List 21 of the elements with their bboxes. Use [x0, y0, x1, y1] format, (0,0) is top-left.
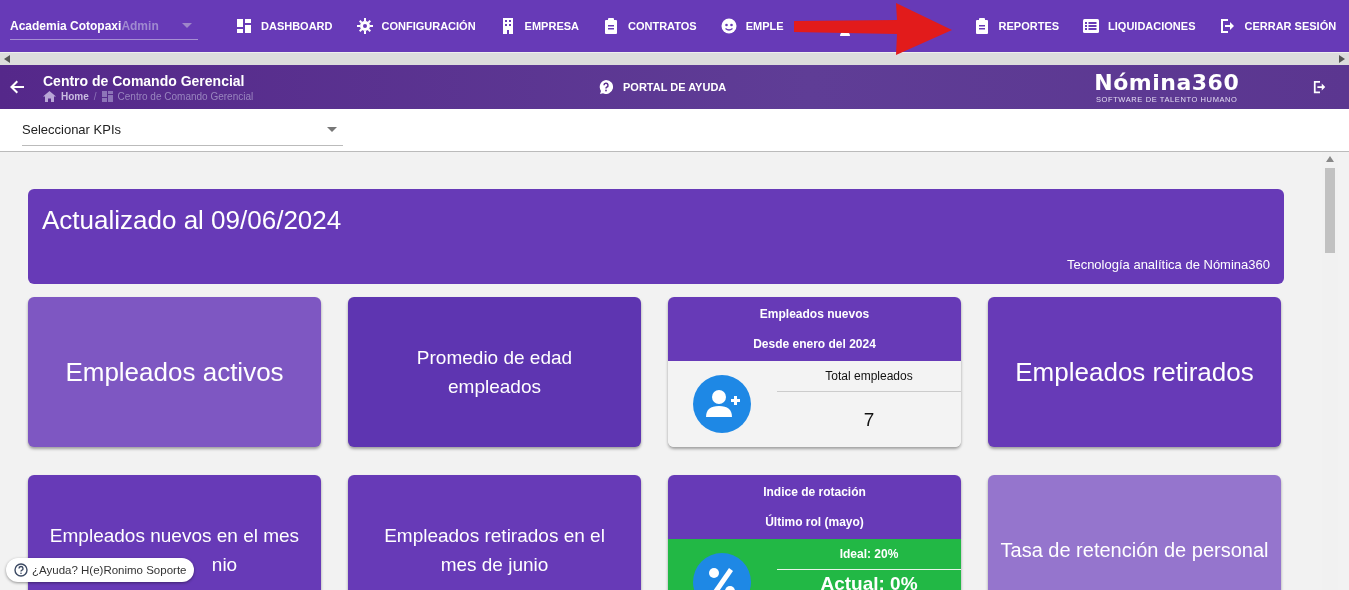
- stat-label: Ideal: 20%: [777, 539, 961, 570]
- stat-value: Actual: 0%: [819, 572, 919, 590]
- card-title: Empleados retirados en el mes de junio: [384, 524, 605, 577]
- stat-label: Total empleados: [777, 361, 961, 392]
- breadcrumb-current: Centro de Comando Gerencial: [117, 90, 254, 102]
- card-title: Empleados nuevos en el mes: [49, 524, 300, 548]
- card-title: Promedio de edad empleados: [416, 346, 573, 399]
- breadcrumb-separator: /: [93, 90, 97, 102]
- card-title: Tasa de retención de personal: [1000, 537, 1269, 563]
- card-title: Empleados activos: [65, 357, 284, 387]
- banner-note: Tecnología analítica de Nómina360: [1066, 257, 1270, 272]
- card-heading: Desde enero del 2024: [753, 337, 876, 351]
- page-title: Centro de Comando Gerencial: [43, 72, 246, 89]
- card-heading: Empleados nuevos: [759, 307, 870, 321]
- card-title-fragment: nio: [211, 553, 238, 577]
- card-heading: Indice de rotación: [763, 485, 866, 499]
- card-title: Empleados retirados: [1015, 357, 1254, 387]
- logo-wordmark: Nómina360: [1094, 70, 1240, 95]
- banner-title: Actualizado al 09/06/2024: [42, 205, 343, 236]
- card-heading: Último rol (mayo): [765, 515, 864, 529]
- stat-value: 7: [862, 407, 876, 432]
